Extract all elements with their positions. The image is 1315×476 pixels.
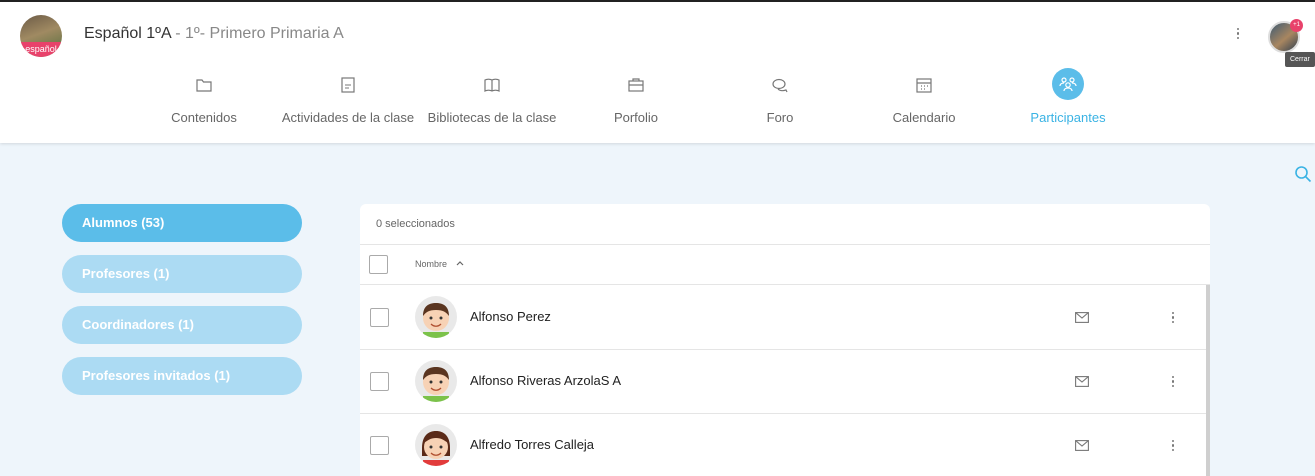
folder-icon <box>196 79 212 92</box>
participant-name[interactable]: Alfredo Torres Calleja <box>470 437 594 452</box>
mail-icon[interactable] <box>1075 440 1089 451</box>
sidebar-item-profesores-invitados[interactable]: Profesores invitados (1) <box>62 357 302 395</box>
boy-avatar <box>415 296 457 338</box>
participants-list: 0 seleccionados Nombre Alfonso Perez Alf… <box>360 204 1210 476</box>
tab-bibliotecas[interactable]: Bibliotecas de la clase <box>422 68 562 132</box>
mail-icon[interactable] <box>1075 312 1089 323</box>
tab-label: Calendario <box>892 110 956 125</box>
participant-name[interactable]: Alfonso Perez <box>470 309 551 324</box>
tab-participantes[interactable]: Participantes <box>1018 68 1118 132</box>
chat-icon <box>772 78 788 93</box>
tab-actividades[interactable]: Actividades de la clase <box>278 68 418 132</box>
tab-porfolio[interactable]: Porfolio <box>586 68 686 132</box>
app-header: español Español 1ºA - 1º- Primero Primar… <box>0 2 1315 143</box>
participants-icon <box>1052 68 1084 100</box>
row-checkbox[interactable] <box>370 308 389 327</box>
participant-name[interactable]: Alfonso Riveras ArzolaS A <box>470 373 621 388</box>
tab-label: Actividades de la clase <box>281 110 415 125</box>
row-options-icon[interactable] <box>1165 310 1181 326</box>
tab-label: Bibliotecas de la clase <box>427 110 557 125</box>
class-avatar[interactable]: español <box>20 15 62 57</box>
class-avatar-badge: español <box>20 42 62 57</box>
row-options-icon[interactable] <box>1165 438 1181 454</box>
group-name: 1º- Primero Primaria A <box>185 25 344 42</box>
briefcase-icon <box>628 78 644 92</box>
tooltip: Cerrar <box>1285 52 1315 67</box>
table-row[interactable]: Alfredo Torres Calleja <box>360 414 1206 476</box>
mail-icon[interactable] <box>1075 376 1089 387</box>
sidebar-item-alumnos[interactable]: Alumnos (53) <box>62 204 302 242</box>
more-options-icon[interactable] <box>1228 26 1248 50</box>
tab-label: Foro <box>766 110 794 125</box>
search-icon[interactable] <box>1294 165 1312 183</box>
select-all-checkbox[interactable] <box>369 255 388 274</box>
book-icon <box>484 78 500 92</box>
selected-count: 0 seleccionados <box>376 218 455 230</box>
tab-contenidos[interactable]: Contenidos <box>144 68 264 132</box>
page-title: Español 1ºA - 1º- Primero Primaria A <box>84 25 344 43</box>
tab-label: Participantes <box>1030 110 1106 125</box>
tab-foro[interactable]: Foro <box>740 68 820 132</box>
column-header-name[interactable]: Nombre <box>415 259 464 269</box>
tab-label: Contenidos <box>171 110 237 125</box>
table-row[interactable]: Alfonso Riveras ArzolaS A <box>360 350 1206 414</box>
tab-label: Porfolio <box>613 110 659 125</box>
row-checkbox[interactable] <box>370 436 389 455</box>
sidebar-item-coordinadores[interactable]: Coordinadores (1) <box>62 306 302 344</box>
sort-ascending-icon[interactable] <box>455 258 465 268</box>
sidebar-item-profesores[interactable]: Profesores (1) <box>62 255 302 293</box>
boy-avatar <box>415 360 457 402</box>
list-header: Nombre <box>360 244 1210 285</box>
row-checkbox[interactable] <box>370 372 389 391</box>
row-options-icon[interactable] <box>1165 374 1181 390</box>
notification-badge: +1 <box>1290 19 1303 32</box>
calendar-icon <box>916 78 932 93</box>
activity-icon <box>341 77 355 93</box>
title-separator: - <box>170 25 186 42</box>
girl-avatar <box>415 424 457 466</box>
tab-calendario[interactable]: Calendario <box>874 68 974 132</box>
list-scrollbar[interactable] <box>1206 285 1210 476</box>
column-header-label: Nombre <box>415 259 448 269</box>
table-row[interactable]: Alfonso Perez <box>360 286 1206 350</box>
course-name: Español 1ºA <box>84 25 171 42</box>
